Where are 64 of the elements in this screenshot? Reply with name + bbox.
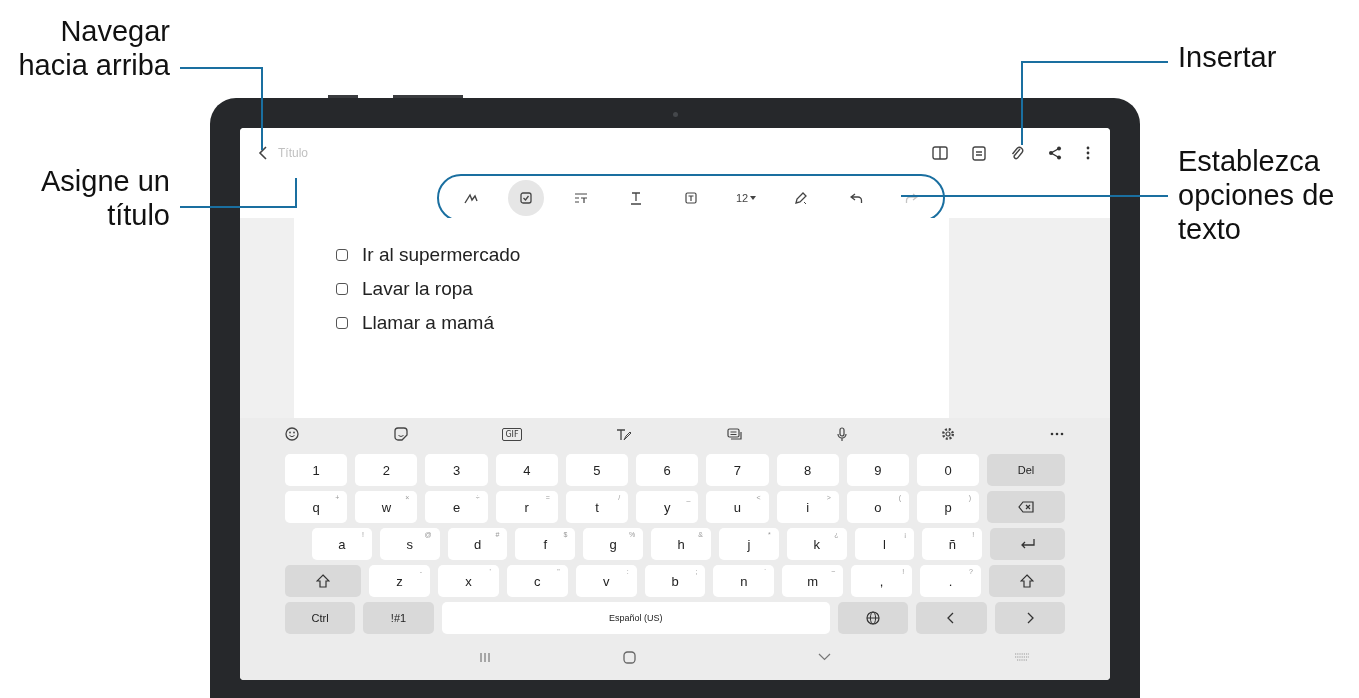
keyboard-key[interactable]: 1 xyxy=(285,454,348,486)
shift-key[interactable] xyxy=(285,565,362,597)
checklist-item-text: Ir al supermercado xyxy=(362,244,521,266)
keyboard-key[interactable]: 9 xyxy=(846,454,909,486)
checkbox-icon xyxy=(520,192,532,204)
shift-key[interactable] xyxy=(988,565,1066,597)
back-icon[interactable] xyxy=(258,145,268,161)
chevron-down-icon[interactable] xyxy=(818,653,832,661)
gif-button[interactable]: GIF xyxy=(502,427,522,441)
keyboard-key[interactable]: 2 xyxy=(355,454,418,486)
space-bar[interactable]: Español (US) xyxy=(441,602,830,634)
emoji-icon[interactable] xyxy=(285,427,299,441)
callout-label: Asigne un título xyxy=(40,164,170,232)
paperclip-icon[interactable] xyxy=(1010,145,1024,161)
pen-icon xyxy=(794,191,808,205)
checklist-tool[interactable] xyxy=(508,180,544,216)
chevron-right-icon xyxy=(1025,612,1034,624)
scribble-icon xyxy=(464,192,478,204)
keyboard-key[interactable]: 8 xyxy=(776,454,839,486)
keyboard-key[interactable]: 7 xyxy=(706,454,769,486)
title-field[interactable]: Título xyxy=(276,145,360,161)
keyboard-key[interactable]: 0 xyxy=(916,454,980,486)
backspace-key[interactable] xyxy=(987,491,1065,523)
shift-icon xyxy=(1020,574,1034,588)
keyboard-key[interactable]: Del xyxy=(987,454,1065,486)
checklist-item-text: Llamar a mamá xyxy=(362,312,494,334)
clipboard-icon[interactable] xyxy=(726,428,742,440)
caret-icon xyxy=(750,196,757,200)
more-icon[interactable] xyxy=(1050,432,1064,436)
camera-icon xyxy=(673,112,678,117)
keyboard-key[interactable]: Ctrl xyxy=(285,602,356,634)
undo-icon xyxy=(849,192,863,204)
keyboard-key[interactable]: 3 xyxy=(425,454,488,486)
chevron-left-icon xyxy=(947,612,956,624)
book-icon[interactable] xyxy=(932,146,948,160)
home-icon[interactable] xyxy=(622,650,636,664)
handwriting-icon[interactable] xyxy=(616,427,633,441)
paragraph-icon xyxy=(574,192,588,204)
microphone-icon[interactable] xyxy=(836,426,847,442)
text-box-icon xyxy=(685,192,697,204)
callout-label: Insertar xyxy=(1178,40,1278,74)
keyboard-key[interactable]: 6 xyxy=(636,454,699,486)
keyboard-key[interactable]: 5 xyxy=(565,454,629,486)
shift-icon xyxy=(316,574,331,588)
redo-icon xyxy=(904,192,918,204)
callout-label: Navegar hacia arriba xyxy=(17,14,170,82)
more-icon[interactable] xyxy=(1086,146,1090,160)
font-size-tool[interactable]: 12 xyxy=(728,180,764,216)
checkbox[interactable] xyxy=(336,317,348,329)
language-key[interactable] xyxy=(837,602,909,634)
checkbox[interactable] xyxy=(336,283,348,295)
sticker-icon[interactable] xyxy=(393,427,408,441)
globe-icon xyxy=(866,611,881,625)
backspace-icon xyxy=(1018,501,1035,513)
enter-icon xyxy=(1019,538,1036,550)
checkbox[interactable] xyxy=(336,249,348,261)
settings-icon[interactable] xyxy=(941,427,956,441)
text-style-icon xyxy=(630,191,642,205)
share-icon[interactable] xyxy=(1048,146,1062,160)
callout-label: Establezca opciones de texto xyxy=(1178,144,1336,246)
checklist-item-text: Lavar la ropa xyxy=(362,278,473,300)
keyboard-key[interactable]: !#1 xyxy=(363,602,434,634)
keyboard-key[interactable]: 4 xyxy=(495,454,558,486)
note-icon[interactable] xyxy=(972,145,986,161)
